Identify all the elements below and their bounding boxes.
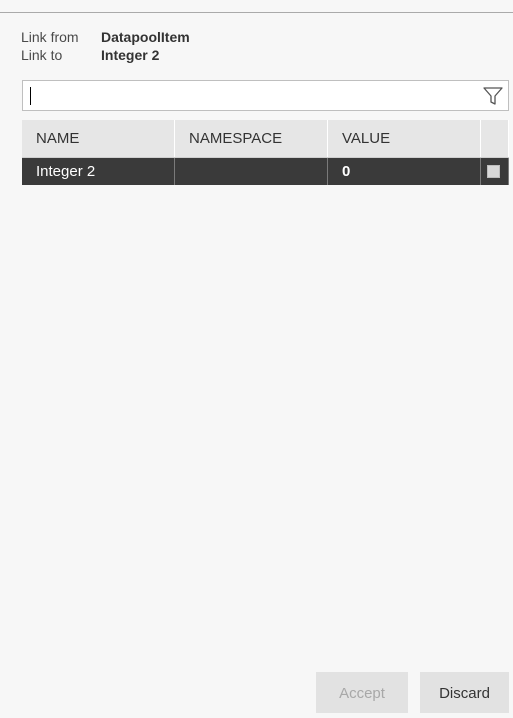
table-header: NAME NAMESPACE VALUE: [22, 120, 509, 158]
column-header-name[interactable]: NAME: [22, 120, 175, 157]
cell-value: 0: [328, 158, 481, 185]
discard-button[interactable]: Discard: [420, 672, 509, 713]
results-table: NAME NAMESPACE VALUE Integer 2 0: [22, 120, 509, 185]
column-header-value[interactable]: VALUE: [328, 120, 481, 157]
link-to-value: Integer 2: [101, 47, 160, 63]
row-checkbox[interactable]: [487, 165, 500, 178]
column-header-select: [481, 120, 509, 157]
table-row[interactable]: Integer 2 0: [22, 158, 509, 185]
cell-namespace: [175, 158, 328, 185]
link-from-row: Link from DatapoolItem: [21, 28, 190, 46]
cell-name: Integer 2: [22, 158, 175, 185]
cell-select: [481, 158, 509, 185]
link-from-value: DatapoolItem: [101, 29, 190, 45]
link-dialog: Link from DatapoolItem Link to Integer 2…: [0, 0, 513, 718]
link-to-label: Link to: [21, 47, 63, 63]
link-from-label: Link from: [21, 29, 79, 45]
search-input[interactable]: [27, 84, 471, 109]
accept-button[interactable]: Accept: [316, 672, 408, 713]
search-box: [22, 80, 509, 111]
link-to-row: Link to Integer 2: [21, 46, 190, 64]
column-header-namespace[interactable]: NAMESPACE: [175, 120, 328, 157]
text-caret: [30, 87, 31, 105]
filter-icon[interactable]: [482, 85, 504, 107]
link-info: Link from DatapoolItem Link to Integer 2: [21, 28, 190, 64]
top-divider: [0, 12, 513, 13]
